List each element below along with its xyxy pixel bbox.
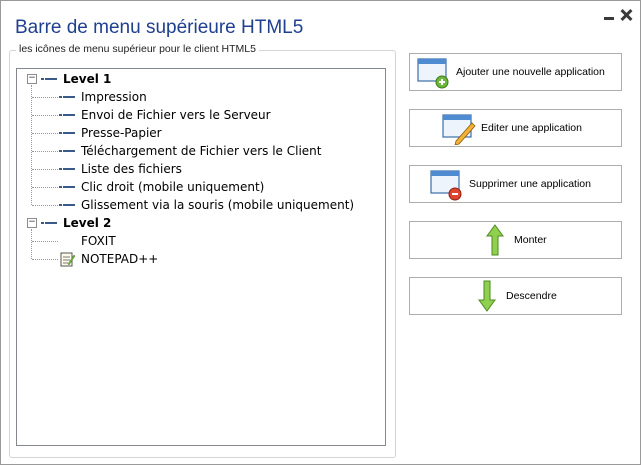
tree-item[interactable]: Envoi de Fichier vers le Serveur [17,106,377,124]
tree-connector [32,205,58,206]
tree-connector [32,241,58,242]
move-down-button[interactable]: Descendre [409,277,622,315]
tree-item-label: Impression [81,90,147,104]
delete-application-button[interactable]: Supprimer une application [409,165,622,203]
menu-line-icon [41,78,57,80]
tree-connector [32,187,58,188]
delete-application-label: Supprimer une application [469,178,591,190]
notepad-icon [60,252,75,267]
tree-connector [32,97,58,98]
edit-application-label: Editer une application [481,122,582,134]
tree-item[interactable]: Presse-Papier [17,124,377,142]
tree-item-label: NOTEPAD++ [81,252,159,266]
tree-connector [32,133,58,134]
tree-node-level-1[interactable]: − Level 1 [17,70,377,88]
tree-item-label: Clic droit (mobile uniquement) [81,180,265,194]
add-application-button[interactable]: Ajouter une nouvelle application [409,53,622,91]
tree-node-label: Level 2 [63,216,112,230]
tree-item-label: Liste des fichiers [81,162,182,176]
tree-item[interactable]: NOTEPAD++ [17,250,377,268]
edit-window-icon [442,114,476,145]
tree-item-label: Envoi de Fichier vers le Serveur [81,108,271,122]
tree-item-label: Téléchargement de Fichier vers le Client [81,144,322,158]
menu-line-icon [59,186,75,188]
menu-tree[interactable]: − Level 1 Impression Envoi de Fichier ve… [16,68,386,446]
minimize-icon[interactable] [604,16,614,20]
menu-line-icon [59,150,75,152]
arrow-down-icon [478,280,496,312]
tree-node-level-2[interactable]: − Level 2 [17,214,377,232]
window-controls [604,9,632,21]
tree-item-label: Presse-Papier [81,126,162,140]
menu-line-icon [59,204,75,206]
collapse-icon[interactable]: − [27,218,37,228]
window-title: Barre de menu supérieure HTML5 [15,17,304,38]
arrow-up-icon [486,224,504,256]
tree-connector [32,259,58,260]
close-icon[interactable] [620,9,632,21]
tree-connector [32,151,58,152]
group-legend: les icônes de menu supérieur pour le cli… [16,43,259,55]
tree-item[interactable]: Liste des fichiers [17,160,377,178]
tree-item[interactable]: Impression [17,88,377,106]
tree-connector [32,169,58,170]
menu-line-icon [59,132,75,134]
add-application-label: Ajouter une nouvelle application [456,66,605,78]
edit-application-button[interactable]: Editer une application [409,109,622,147]
tree-item[interactable]: Téléchargement de Fichier vers le Client [17,142,377,160]
move-up-button[interactable]: Monter [409,221,622,259]
menu-line-icon [59,168,75,170]
move-down-label: Descendre [506,290,557,302]
menu-line-icon [41,222,57,224]
tree-item-label: FOXIT [81,234,116,248]
menu-line-icon [59,96,75,98]
tree-item[interactable]: Clic droit (mobile uniquement) [17,178,377,196]
add-window-icon [417,58,449,89]
tree-item[interactable]: Glissement via la souris (mobile uniquem… [17,196,377,214]
collapse-icon[interactable]: − [27,74,37,84]
move-up-label: Monter [514,234,547,246]
delete-window-icon [430,170,462,201]
tree-item-label: Glissement via la souris (mobile uniquem… [81,198,355,212]
menu-line-icon [59,114,75,116]
tree-node-label: Level 1 [63,72,112,86]
tree-connector [32,115,58,116]
tree-item[interactable]: FOXIT [17,232,377,250]
